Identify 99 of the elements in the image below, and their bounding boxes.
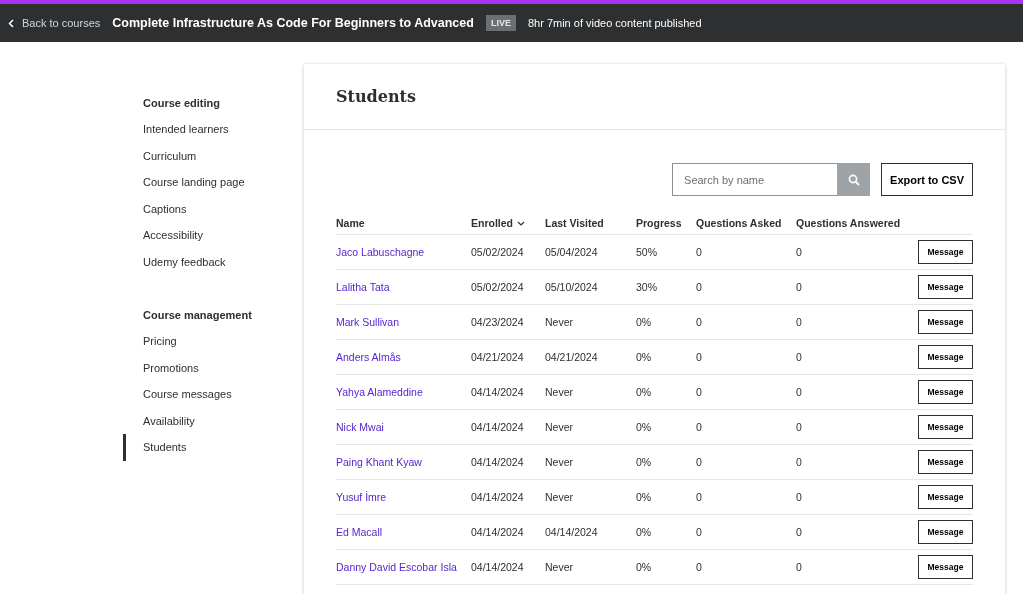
sidebar-item[interactable]: Udemy feedback	[123, 248, 304, 275]
table-cell-text: 0	[796, 421, 803, 433]
sidebar-item[interactable]: Promotions	[123, 354, 304, 381]
student-link[interactable]: Anders Almås	[336, 351, 401, 363]
chevron-left-icon	[8, 18, 14, 28]
table-cell-text: 0	[796, 351, 803, 363]
search-icon	[847, 173, 860, 186]
table-cell-text: 04/14/2024	[471, 561, 525, 573]
table-cell-text: Never	[545, 456, 574, 468]
table-cell-text: 0	[696, 386, 703, 398]
message-button[interactable]: Message	[918, 345, 973, 369]
column-header: Questions Answered	[796, 217, 902, 229]
sidebar-section-title: Course editing	[142, 96, 221, 111]
column-header: Last Visited	[545, 217, 605, 229]
table-cell-text: 0	[696, 246, 703, 258]
message-button[interactable]: Message	[918, 275, 973, 299]
course-title: Complete Infrastructure As Code For Beginners to Advanced	[112, 16, 474, 30]
student-link[interactable]: Paing Khant Kyaw	[336, 456, 422, 468]
message-button[interactable]: Message	[918, 380, 973, 404]
sidebar-item[interactable]: Course messages	[123, 381, 304, 408]
message-button[interactable]: Message	[918, 450, 973, 474]
table-cell-text: 50%	[636, 246, 658, 258]
table-cell-text: 0	[796, 386, 803, 398]
table-cell-text: 0	[696, 526, 703, 538]
table-cell-text: 04/14/2024	[471, 456, 525, 468]
table-cell-text: 0	[796, 316, 803, 328]
table-cell-text: 0%	[636, 491, 653, 503]
student-link[interactable]: Ed Macall	[336, 526, 383, 538]
message-button[interactable]: Message	[918, 485, 973, 509]
student-link[interactable]: Yusuf İmre	[336, 491, 387, 503]
sidebar-section-title: Course management	[142, 308, 253, 323]
table-cell-text: 0	[796, 246, 803, 258]
table-cell-text: 05/10/2024	[545, 281, 599, 293]
table-cell-text: 30%	[636, 281, 658, 293]
sidebar-item[interactable]: Pricing	[123, 328, 304, 355]
message-button[interactable]: Message	[918, 415, 973, 439]
student-link[interactable]: Mark Sullivan	[336, 316, 400, 328]
table-cell-text: 05/04/2024	[545, 246, 599, 258]
student-link[interactable]: Jaco Labuschagne	[336, 246, 425, 258]
table-cell-text: 0	[696, 561, 703, 573]
table-cell-text: 04/21/2024	[545, 351, 599, 363]
status-badge: LIVE	[485, 15, 516, 31]
table-cell-text: 0	[796, 561, 803, 573]
table-cell-text: Never	[545, 386, 574, 398]
student-link[interactable]: Yahya Alameddine	[336, 386, 423, 398]
table-cell-text: 0%	[636, 421, 653, 433]
table-cell-text: 0	[696, 316, 703, 328]
table-cell-text: Never	[545, 421, 574, 433]
message-button[interactable]: Message	[918, 310, 973, 334]
page-title: Students	[336, 87, 416, 106]
table-cell-text: 0	[796, 526, 803, 538]
sidebar-item[interactable]: Accessibility	[123, 222, 304, 249]
table-cell-text: 04/14/2024	[471, 386, 525, 398]
table-cell-text: 0	[696, 281, 703, 293]
message-button[interactable]: Message	[918, 555, 973, 579]
chevron-down-icon	[517, 220, 525, 226]
export-button[interactable]: Export to CSV	[881, 163, 973, 196]
search-field[interactable]: Search by name	[672, 163, 838, 196]
column-header: Name	[336, 217, 366, 229]
table-cell-text: 0	[696, 421, 703, 433]
table-cell-text: 04/14/2024	[471, 491, 525, 503]
table-cell-text: 0	[796, 491, 803, 503]
table-cell-text: 0%	[636, 316, 653, 328]
table-cell-text: 0	[696, 351, 703, 363]
table-cell-text: Never	[545, 316, 574, 328]
table-cell-text: 04/23/2024	[471, 316, 525, 328]
sidebar-item[interactable]: Captions	[123, 195, 304, 222]
table-cell-text: 0%	[636, 526, 653, 538]
table-cell-text: Never	[545, 561, 574, 573]
student-link[interactable]: Nick Mwai	[336, 421, 384, 433]
search-button[interactable]	[837, 163, 871, 196]
table-cell-text: 04/14/2024	[471, 421, 525, 433]
content-summary: 8hr 7min of video content published	[527, 17, 702, 29]
student-link[interactable]: Lalitha Tata	[336, 281, 390, 293]
table-cell-text: 0%	[636, 386, 653, 398]
sidebar-item[interactable]: Course landing page	[123, 169, 304, 196]
table-cell-text: 0	[696, 456, 703, 468]
sidebar-item[interactable]: Intended learners	[123, 116, 304, 143]
column-header: Progress	[636, 217, 683, 229]
back-link[interactable]: Back to courses	[8, 17, 101, 29]
sidebar-item[interactable]: Availability	[123, 407, 304, 434]
table-cell-text: Never	[545, 491, 574, 503]
table-cell-text: 0	[796, 456, 803, 468]
student-link[interactable]: Danny David Escobar Isla	[336, 561, 457, 573]
message-button[interactable]: Message	[918, 520, 973, 544]
table-cell-text: 0	[696, 491, 703, 503]
table-cell-text: 04/14/2024	[471, 526, 525, 538]
sidebar-item[interactable]: Curriculum	[123, 142, 304, 169]
column-header[interactable]: Enrolled	[471, 217, 545, 229]
column-header: Questions Asked	[696, 217, 783, 229]
table-cell-text: 05/02/2024	[471, 246, 525, 258]
table-cell-text: 04/14/2024	[545, 526, 599, 538]
table-cell-text: 0%	[636, 561, 653, 573]
message-button[interactable]: Message	[918, 240, 973, 264]
table-cell-text: 05/02/2024	[471, 281, 525, 293]
table-cell-text: 0	[796, 281, 803, 293]
table-cell-text: 04/21/2024	[471, 351, 525, 363]
table-cell-text: 0%	[636, 351, 653, 363]
table-cell-text: 0%	[636, 456, 653, 468]
